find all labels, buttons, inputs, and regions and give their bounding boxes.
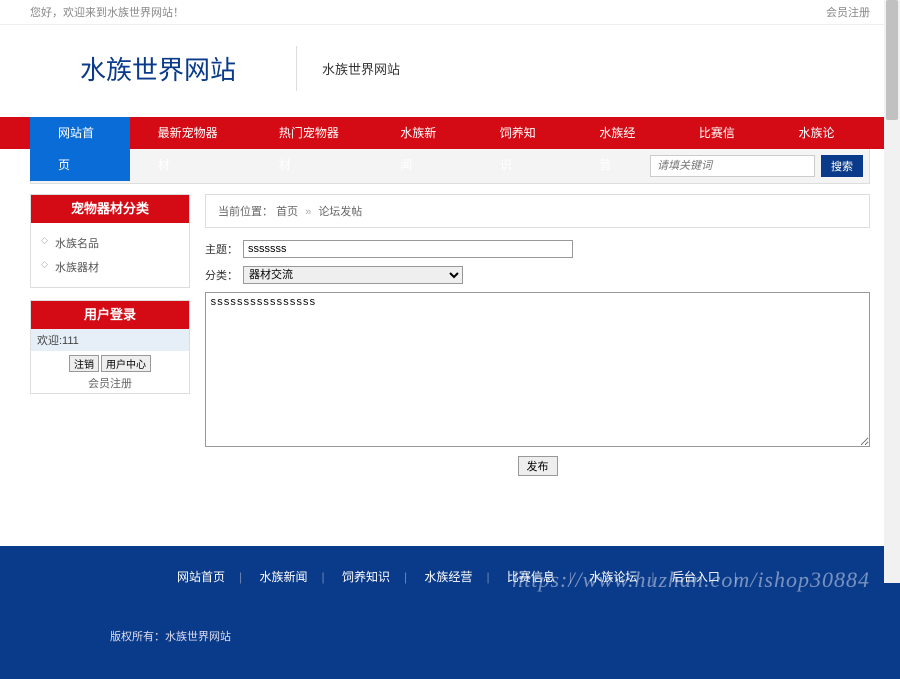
crumb-prefix: 当前位置： <box>218 206 273 218</box>
category-item[interactable]: 水族器材 <box>41 255 179 279</box>
watermark: https://www.huzhan.com/ishop30884 <box>0 567 900 593</box>
crumb-current: 论坛发帖 <box>318 206 362 218</box>
category-select[interactable]: 器材交流 <box>243 266 463 284</box>
login-welcome: 欢迎:111 <box>31 329 189 351</box>
nav-knowledge[interactable]: 饲养知识 <box>472 117 572 181</box>
crumb-home[interactable]: 首页 <box>276 206 298 218</box>
category-title: 宠物器材分类 <box>31 195 189 223</box>
search-button[interactable]: 搜索 <box>821 155 863 177</box>
scroll-thumb[interactable] <box>886 0 898 120</box>
category-label: 分类： <box>205 267 243 283</box>
main-nav: 网站首页 最新宠物器材 热门宠物器材 水族新闻 饲养知识 水族经营 比赛信息 水… <box>0 117 900 149</box>
login-title: 用户登录 <box>31 301 189 329</box>
nav-latest-equipment[interactable]: 最新宠物器材 <box>130 117 251 181</box>
page-scrollbar[interactable] <box>884 0 900 583</box>
nav-news[interactable]: 水族新闻 <box>372 117 472 181</box>
search-input[interactable] <box>650 155 815 177</box>
nav-hot-equipment[interactable]: 热门宠物器材 <box>251 117 372 181</box>
header-subtitle: 水族世界网站 <box>322 59 400 78</box>
greeting-text: 您好，欢迎来到水族世界网站！ <box>30 4 184 20</box>
footer: 网站首页| 水族新闻| 饲养知识| 水族经营| 比赛信息| 水族论坛| 后台入口… <box>0 546 900 679</box>
submit-button[interactable]: 发布 <box>518 456 558 476</box>
top-register-link[interactable]: 会员注册 <box>826 4 870 20</box>
breadcrumb: 当前位置： 首页 » 论坛发帖 <box>205 194 870 228</box>
content-textarea[interactable]: ssssssssssssssss <box>205 292 870 447</box>
category-box: 宠物器材分类 水族名品 水族器材 <box>30 194 190 288</box>
site-logo[interactable]: 水族世界网站 <box>30 45 296 92</box>
header-divider <box>296 46 297 91</box>
login-register-link[interactable]: 会员注册 <box>31 373 189 393</box>
crumb-sep: » <box>305 206 311 218</box>
subject-label: 主题： <box>205 241 243 257</box>
logout-button[interactable]: 注销 <box>69 355 99 372</box>
login-box: 用户登录 欢迎:111 注销用户中心 会员注册 <box>30 300 190 394</box>
header: 水族世界网站 水族世界网站 <box>30 25 870 117</box>
category-item[interactable]: 水族名品 <box>41 231 179 255</box>
nav-home[interactable]: 网站首页 <box>30 117 130 181</box>
copyright: 版权所有：水族世界网站 <box>0 628 900 644</box>
subject-input[interactable] <box>243 240 573 258</box>
user-center-button[interactable]: 用户中心 <box>101 355 151 372</box>
